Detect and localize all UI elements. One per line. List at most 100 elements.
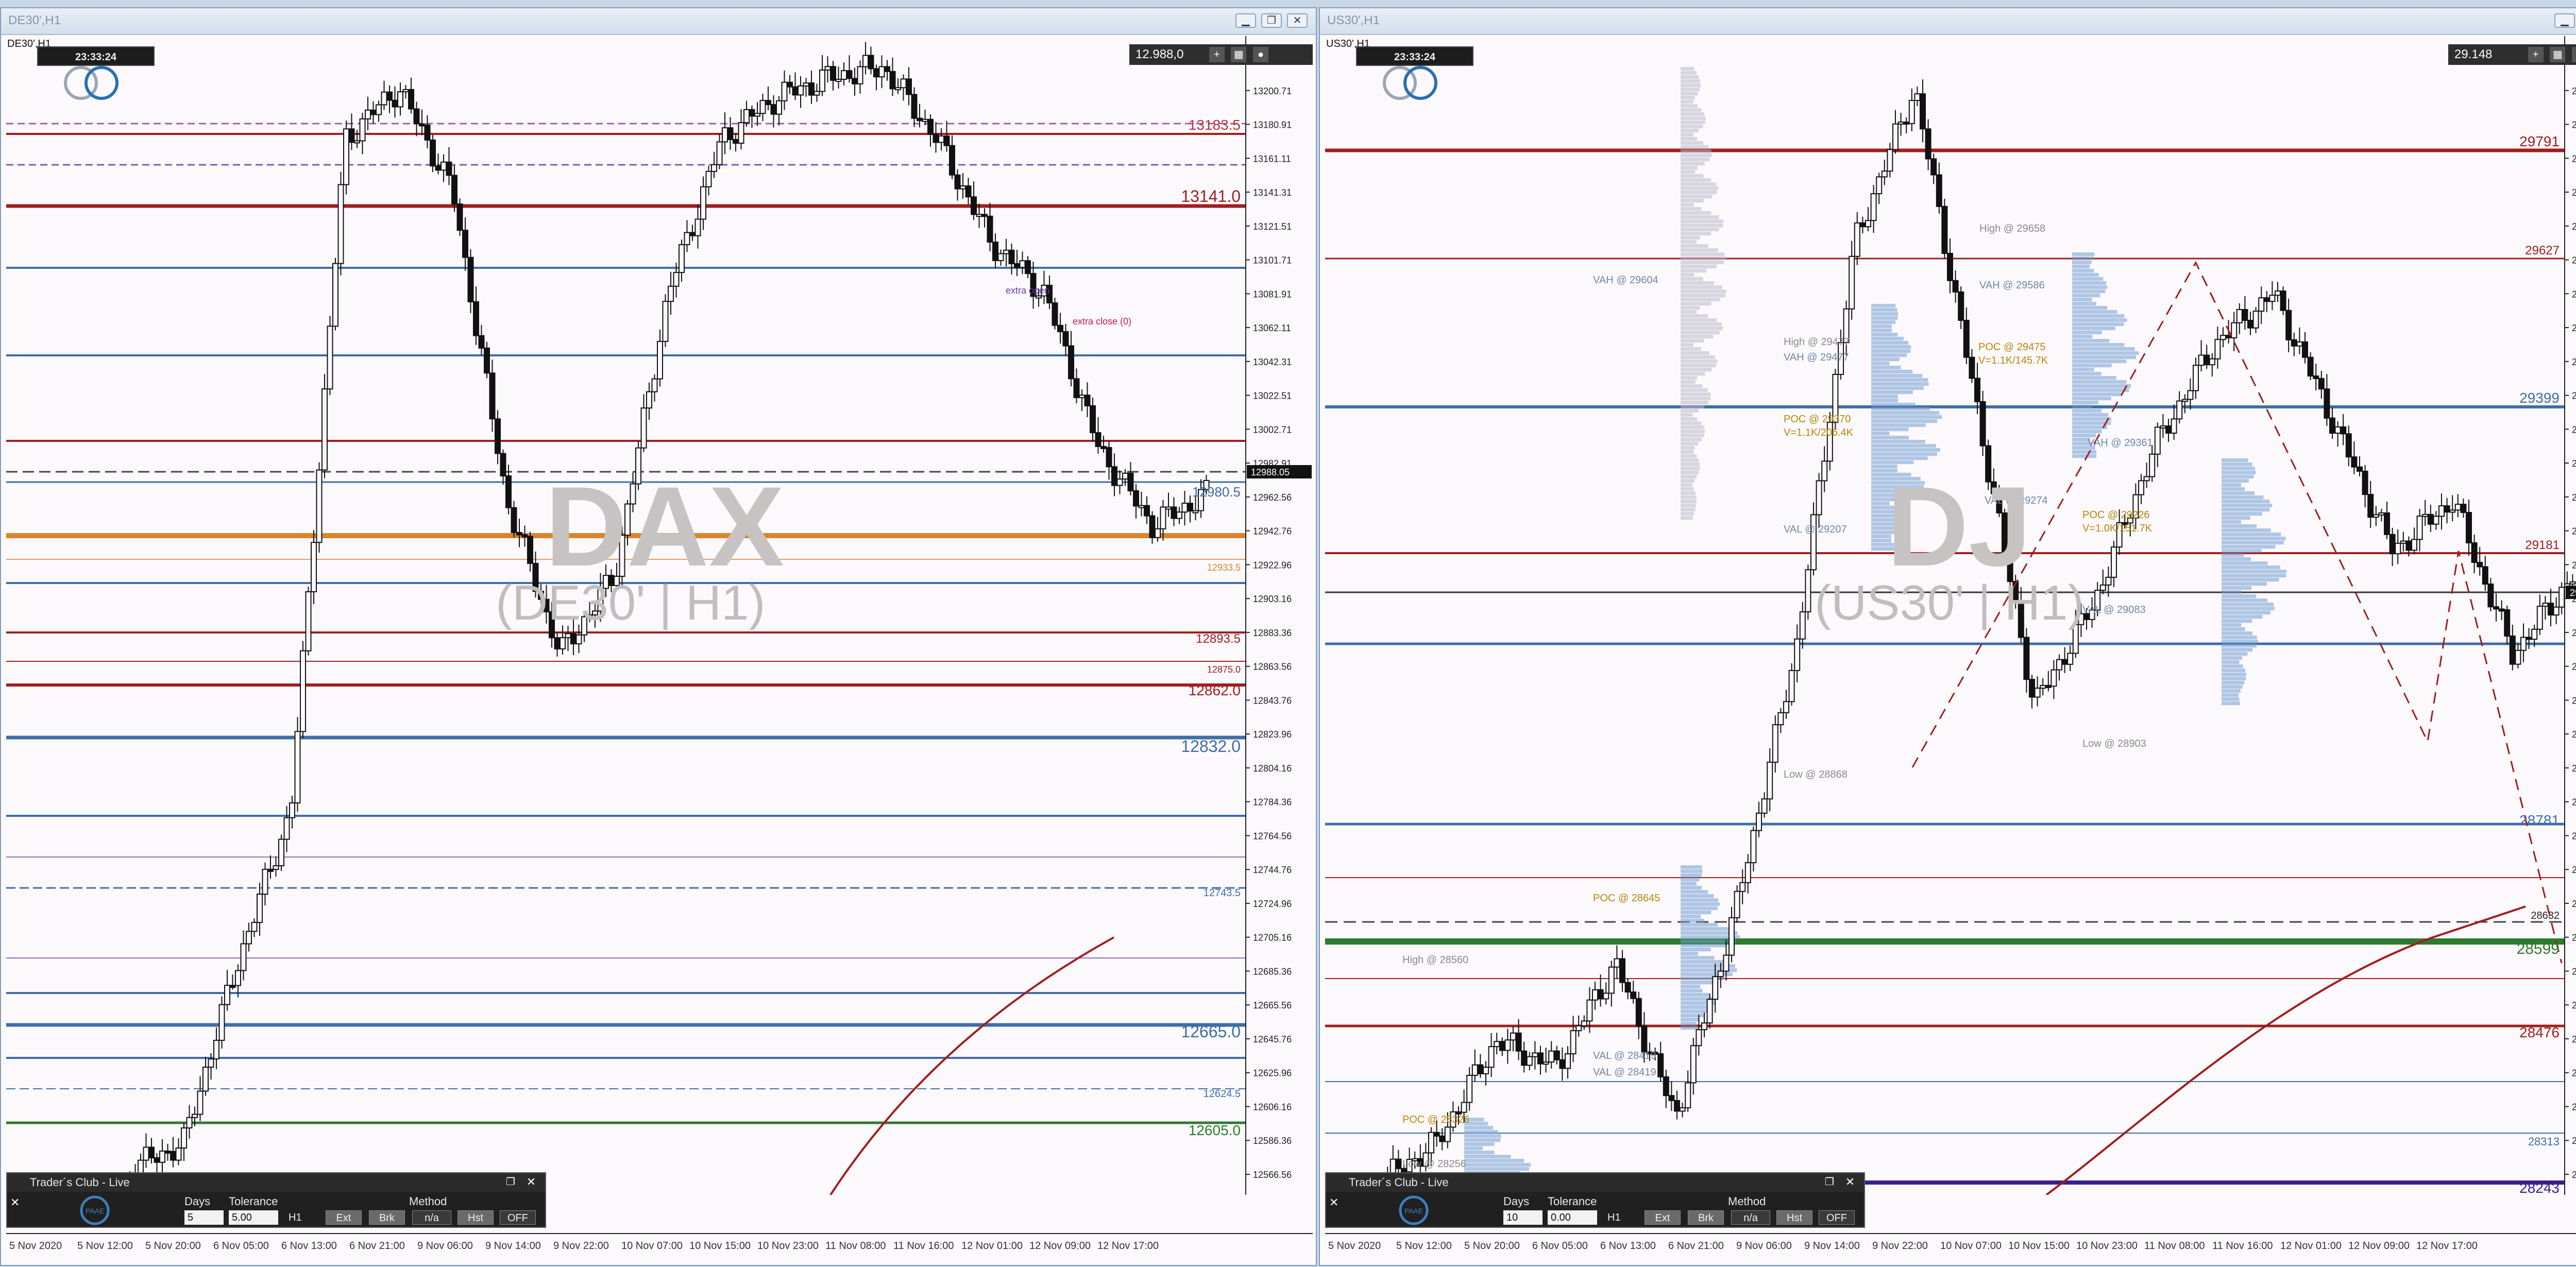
maximize-button[interactable]: ❐ (1261, 13, 1282, 28)
candle-body (1854, 222, 1860, 257)
ext-button[interactable]: Ext (1645, 1210, 1681, 1225)
time-tick-label: 5 Nov 2020 (9, 1240, 62, 1252)
candle-body (754, 113, 760, 117)
candle-body (2378, 512, 2385, 516)
plus-icon[interactable]: + (2528, 47, 2544, 62)
panel-collapse-icon[interactable]: ✕ (10, 1196, 20, 1209)
brk-button[interactable]: Brk (369, 1210, 405, 1225)
panel-close-icon[interactable]: ✕ (524, 1175, 538, 1189)
price-box[interactable]: 12.988,0 + ▦ ● (1129, 44, 1313, 65)
grid-icon[interactable]: ▦ (1231, 47, 1247, 62)
candle-body (1788, 670, 1795, 703)
candle-body (500, 453, 506, 477)
candle-body (392, 99, 398, 108)
grid-icon[interactable]: ▦ (2550, 47, 2566, 62)
brk-button[interactable]: Brk (1688, 1210, 1724, 1225)
panel-maximize-icon[interactable]: ❐ (504, 1175, 517, 1189)
price-tick-label: 12744.76 (1253, 865, 1292, 875)
price-chart[interactable]: 13220.5113200.7113180.9113161.1113141.31… (6, 36, 1313, 1195)
candle-body (1106, 447, 1112, 468)
price-tick-label: 28686.95 (2572, 865, 2576, 875)
price-tick-label: 12823.96 (1253, 729, 1292, 740)
price-box[interactable]: 29.148 + ▦ ● (2448, 44, 2576, 65)
candle-body (1794, 638, 1801, 671)
time-tick-label: 10 Nov 07:00 (621, 1240, 683, 1252)
candle-body (283, 817, 290, 840)
panel-collapse-icon[interactable]: ✕ (1329, 1196, 1338, 1209)
profile-label: VAH @ 29586 (1979, 280, 2045, 291)
days-input[interactable]: 5 (184, 1210, 224, 1225)
candle-body (1122, 472, 1128, 480)
candle-body (668, 285, 674, 302)
candle-body (2050, 669, 2057, 687)
time-tick-label: 12 Nov 01:00 (2280, 1240, 2342, 1252)
circle-icon[interactable]: ● (2572, 47, 2576, 62)
off-button[interactable]: OFF (500, 1210, 536, 1225)
candle-body (2275, 290, 2281, 296)
price-chart[interactable]: 29910.9529859.9729808.9929757.9529706.95… (1325, 36, 2576, 1195)
candle-body (949, 145, 955, 176)
candle-body (2198, 354, 2205, 366)
minimize-button[interactable]: ▁ (1235, 13, 1256, 28)
candle-body (1728, 917, 1735, 956)
tolerance-label: Tolerance (1548, 1195, 1597, 1208)
close-button[interactable]: ✕ (1287, 13, 1308, 28)
candle-body (911, 94, 918, 119)
candle-body (776, 100, 782, 115)
candle-body (521, 534, 528, 538)
candle-body (516, 532, 522, 536)
candle-body (1870, 193, 1877, 221)
candle-body (2187, 390, 2194, 400)
chart-canvas[interactable]: 29910.9529859.9729808.9929757.9529706.95… (1325, 36, 2576, 1195)
candle-body (2258, 297, 2265, 312)
candle-body (608, 575, 615, 586)
tolerance-input[interactable]: 5.00 (229, 1210, 278, 1225)
profile-label: V=1.0K/151.7K (2082, 523, 2153, 534)
price-tick-label: 12724.96 (1253, 899, 1292, 909)
ext-button[interactable]: Ext (326, 1210, 362, 1225)
dax-chart-window[interactable]: DE30',H1 ▁ ❐ ✕ 13220.5113200.7113180.911… (0, 7, 1317, 1266)
candle-body (2252, 311, 2259, 329)
candle-body (722, 127, 728, 143)
days-label: Days (1503, 1195, 1530, 1208)
panel-maximize-icon[interactable]: ❐ (1823, 1175, 1836, 1189)
candle-body (1892, 123, 1899, 150)
level-label: 12933.5 (1207, 562, 1241, 573)
window-titlebar[interactable]: US30',H1 ▁ ❐ ✕ (1320, 8, 2576, 35)
traders-club-panel[interactable]: Trader´s Club - Live ❐ ✕ ✕ PAAE Days Tol… (6, 1172, 546, 1228)
time-tick-label: 6 Nov 13:00 (1600, 1240, 1656, 1252)
candle-body (2569, 581, 2576, 585)
candle-body (1155, 528, 1161, 538)
candle-body (759, 100, 766, 114)
hst-button[interactable]: Hst (1776, 1210, 1812, 1225)
candle-body (1181, 503, 1188, 513)
circle-icon[interactable]: ● (1253, 47, 1269, 62)
method-select[interactable]: n/a (1731, 1210, 1770, 1225)
candle-body (359, 118, 366, 142)
profile-label: POC @ 29370 (1784, 414, 1851, 425)
off-button[interactable]: OFF (1819, 1210, 1855, 1225)
chart-canvas[interactable]: 13220.5113200.7113180.9113161.1113141.31… (6, 36, 1313, 1195)
candle-body (365, 109, 371, 119)
candle-body (2558, 587, 2565, 608)
traders-club-panel[interactable]: Trader´s Club - Live ❐ ✕ ✕ PAAE Days Tol… (1325, 1172, 1865, 1228)
candle-body (2351, 456, 2358, 468)
minimize-button[interactable]: ▁ (2554, 13, 2575, 28)
candle-body (933, 134, 939, 143)
method-select[interactable]: n/a (412, 1210, 451, 1225)
window-titlebar[interactable]: DE30',H1 ▁ ❐ ✕ (1, 8, 1316, 35)
tolerance-input[interactable]: 0.00 (1548, 1210, 1597, 1225)
panel-close-icon[interactable]: ✕ (1843, 1175, 1857, 1189)
candle-body (1881, 170, 1888, 178)
hst-button[interactable]: Hst (457, 1210, 494, 1225)
candle-body (1521, 1050, 1528, 1066)
candle-body (2040, 684, 2046, 689)
time-tick-label: 6 Nov 21:00 (349, 1240, 405, 1252)
price-tick-label: 13180.91 (1253, 120, 1292, 130)
days-input[interactable]: 10 (1503, 1210, 1543, 1225)
dow-chart-window[interactable]: US30',H1 ▁ ❐ ✕ 29910.9529859.9729808.992… (1319, 7, 2576, 1266)
candle-body (1974, 378, 1980, 402)
candle-body (1553, 1050, 1560, 1060)
plus-icon[interactable]: + (1209, 47, 1225, 62)
candle-body (1389, 1158, 1396, 1174)
